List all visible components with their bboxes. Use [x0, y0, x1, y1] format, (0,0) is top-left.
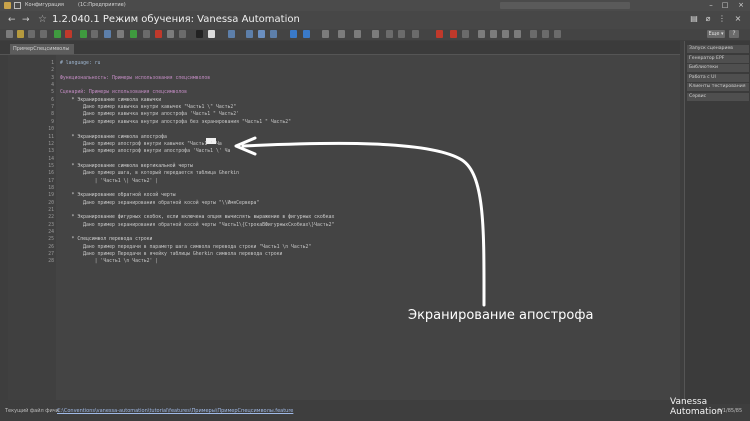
brand-watermark: Vanessa Automation [670, 397, 723, 417]
annotation-caption: Экранирование апострофа [408, 308, 594, 323]
annotation-arrow [234, 136, 486, 307]
